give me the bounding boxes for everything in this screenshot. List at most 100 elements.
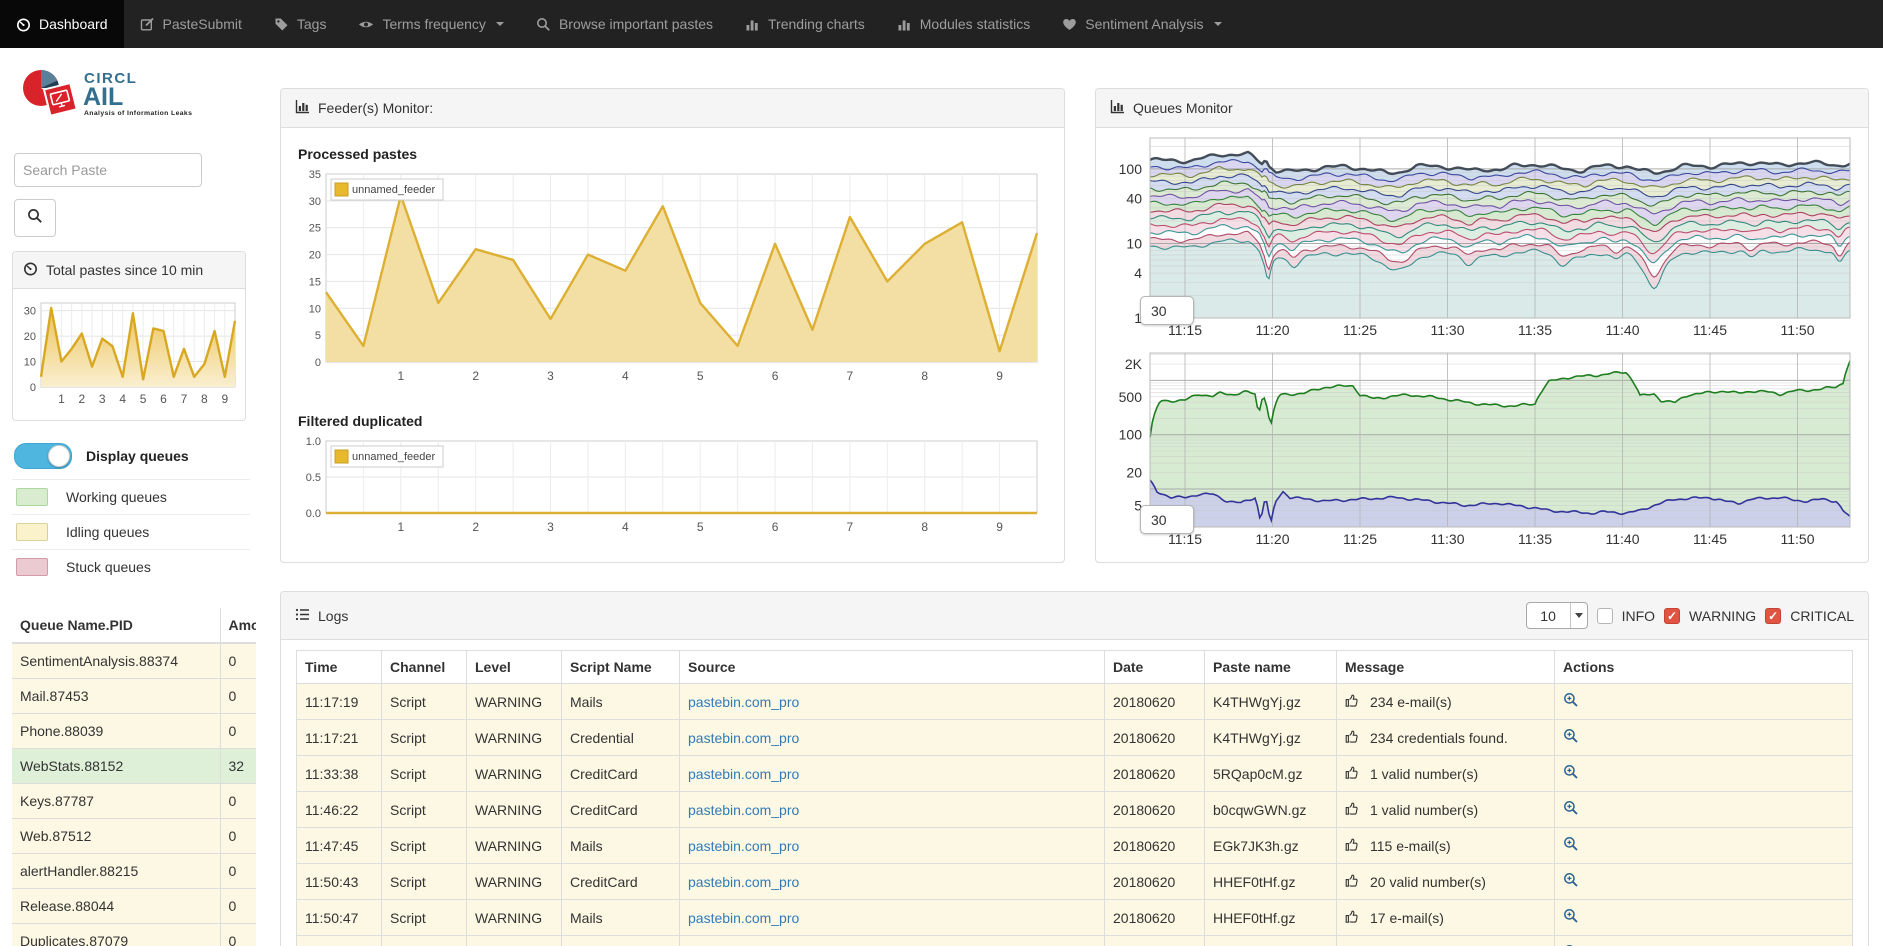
svg-text:11:30: 11:30 bbox=[1431, 322, 1465, 338]
log-source-link[interactable]: pastebin.com_pro bbox=[688, 730, 799, 746]
tag-icon bbox=[274, 17, 289, 32]
critical-label: CRITICAL bbox=[1790, 608, 1854, 624]
chevron-down-icon bbox=[496, 22, 504, 26]
log-paste-name: HHEF0tHf.gz bbox=[1205, 864, 1337, 900]
svg-text:0.0: 0.0 bbox=[306, 508, 321, 520]
nav-dashboard[interactable]: Dashboard bbox=[0, 0, 124, 48]
svg-text:8: 8 bbox=[921, 520, 928, 534]
nav-modules-statistics[interactable]: Modules statistics bbox=[881, 0, 1046, 48]
search-plus-icon[interactable] bbox=[1563, 800, 1579, 819]
svg-text:AIL: AIL bbox=[83, 83, 123, 111]
svg-text:3: 3 bbox=[99, 392, 106, 406]
log-channel: Script bbox=[382, 720, 467, 756]
log-channel: Script bbox=[382, 828, 467, 864]
search-plus-icon[interactable] bbox=[1563, 836, 1579, 855]
page-size-select[interactable]: 10 bbox=[1526, 602, 1588, 629]
nav-sentiment-analysis[interactable]: Sentiment Analysis bbox=[1046, 0, 1237, 48]
log-script: CreditCard bbox=[562, 756, 680, 792]
display-queues-toggle[interactable] bbox=[14, 443, 72, 469]
queue-status-table: Queue Name.PID Amount SentimentAnalysis.… bbox=[12, 608, 256, 946]
log-source-link[interactable]: pastebin.com_pro bbox=[688, 766, 799, 782]
log-source-link[interactable]: pastebin.com_pro bbox=[688, 694, 799, 710]
log-time: 11:17:21 bbox=[297, 720, 382, 756]
legend-working-queues: Working queues bbox=[12, 479, 250, 514]
search-plus-icon[interactable] bbox=[1563, 692, 1579, 711]
svg-text:3: 3 bbox=[547, 369, 554, 383]
log-row: 11:33:38ScriptWARNINGCreditCardpastebin.… bbox=[297, 756, 1853, 792]
log-level: WARNING bbox=[467, 864, 562, 900]
log-source-link[interactable]: pastebin.com_pro bbox=[688, 838, 799, 854]
log-date: 20180620 bbox=[1105, 828, 1205, 864]
log-message: 1 valid number(s) bbox=[1370, 802, 1478, 818]
search-plus-icon[interactable] bbox=[1563, 764, 1579, 783]
log-date: 20180620 bbox=[1105, 720, 1205, 756]
queues-out-window-input[interactable] bbox=[1140, 505, 1194, 534]
working-queues-swatch bbox=[16, 488, 48, 506]
log-date: 20180620 bbox=[1105, 936, 1205, 946]
nav-trending-charts[interactable]: Trending charts bbox=[729, 0, 881, 48]
log-row: 11:50:47ScriptWARNINGMailspastebin.com_p… bbox=[297, 900, 1853, 936]
svg-text:7: 7 bbox=[847, 520, 854, 534]
logs-table: Time Channel Level Script Name Source Da… bbox=[296, 650, 1853, 946]
logs-header-row: Time Channel Level Script Name Source Da… bbox=[297, 651, 1853, 684]
top-navbar: Dashboard PasteSubmit Tags Terms frequen… bbox=[0, 0, 1883, 48]
queue-row: Duplicates.870790 bbox=[12, 924, 256, 946]
queue-row: Release.880440 bbox=[12, 889, 256, 924]
svg-text:4: 4 bbox=[622, 520, 629, 534]
svg-text:9: 9 bbox=[996, 369, 1003, 383]
log-time: 11:17:19 bbox=[297, 684, 382, 720]
log-channel: Script bbox=[382, 900, 467, 936]
log-message: 20 valid number(s) bbox=[1370, 874, 1486, 890]
log-time: 11:50:43 bbox=[297, 864, 382, 900]
nav-terms-frequency[interactable]: Terms frequency bbox=[342, 0, 519, 48]
log-date: 20180620 bbox=[1105, 756, 1205, 792]
nav-pastesubmit[interactable]: PasteSubmit bbox=[124, 0, 258, 48]
search-plus-icon[interactable] bbox=[1563, 908, 1579, 927]
thumbs-up-icon bbox=[1345, 909, 1360, 927]
queues-monitor-header: Queues Monitor bbox=[1096, 89, 1868, 128]
svg-text:35: 35 bbox=[309, 169, 321, 181]
search-icon bbox=[27, 208, 43, 229]
critical-checkbox[interactable] bbox=[1765, 608, 1781, 624]
svg-text:1: 1 bbox=[58, 392, 65, 406]
log-level: WARNING bbox=[467, 720, 562, 756]
svg-text:4: 4 bbox=[1134, 265, 1142, 281]
log-row: 11:51:34ScriptWARNINGCreditCardpastebin.… bbox=[297, 936, 1853, 946]
nav-tags[interactable]: Tags bbox=[258, 0, 343, 48]
svg-text:Analysis of Information Leaks: Analysis of Information Leaks bbox=[84, 110, 192, 117]
log-source-link[interactable]: pastebin.com_pro bbox=[688, 910, 799, 926]
log-script: CreditCard bbox=[562, 936, 680, 946]
search-paste-input[interactable] bbox=[14, 153, 202, 187]
log-date: 20180620 bbox=[1105, 864, 1205, 900]
thumbs-up-icon bbox=[1345, 873, 1360, 891]
log-message: 234 e-mail(s) bbox=[1370, 694, 1452, 710]
sidebar: CIRCL AIL Analysis of Information Leaks … bbox=[0, 48, 256, 946]
heart-icon bbox=[1062, 17, 1077, 32]
log-row: 11:47:45ScriptWARNINGMailspastebin.com_p… bbox=[297, 828, 1853, 864]
warning-checkbox[interactable] bbox=[1664, 608, 1680, 624]
queue-row: SentimentAnalysis.883740 bbox=[12, 643, 256, 679]
search-icon bbox=[536, 17, 551, 32]
svg-text:40: 40 bbox=[1126, 191, 1142, 207]
logs-header: Logs 10 INFO WARNING CRITICAL bbox=[281, 592, 1868, 640]
info-checkbox[interactable] bbox=[1597, 608, 1613, 624]
nav-browse-pastes[interactable]: Browse important pastes bbox=[520, 0, 729, 48]
log-source-link[interactable]: pastebin.com_pro bbox=[688, 802, 799, 818]
log-date: 20180620 bbox=[1105, 684, 1205, 720]
search-plus-icon[interactable] bbox=[1563, 872, 1579, 891]
processed-pastes-chart: 05101520253035123456789unnamed_feeder bbox=[296, 166, 1049, 391]
search-plus-icon[interactable] bbox=[1563, 728, 1579, 747]
svg-text:2: 2 bbox=[472, 520, 479, 534]
queues-in-window-input[interactable] bbox=[1140, 296, 1194, 325]
log-source-link[interactable]: pastebin.com_pro bbox=[688, 874, 799, 890]
log-level: WARNING bbox=[467, 900, 562, 936]
filtered-duplicated-title: Filtered duplicated bbox=[298, 413, 1049, 429]
logs-panel: Logs 10 INFO WARNING CRITICAL bbox=[280, 591, 1869, 946]
svg-text:11:20: 11:20 bbox=[1256, 322, 1290, 338]
svg-text:100: 100 bbox=[1119, 161, 1143, 177]
search-button[interactable] bbox=[14, 199, 56, 237]
log-script: CreditCard bbox=[562, 864, 680, 900]
gauge-icon bbox=[23, 261, 38, 279]
gauge-icon bbox=[16, 17, 31, 32]
svg-text:11:30: 11:30 bbox=[1431, 531, 1465, 547]
